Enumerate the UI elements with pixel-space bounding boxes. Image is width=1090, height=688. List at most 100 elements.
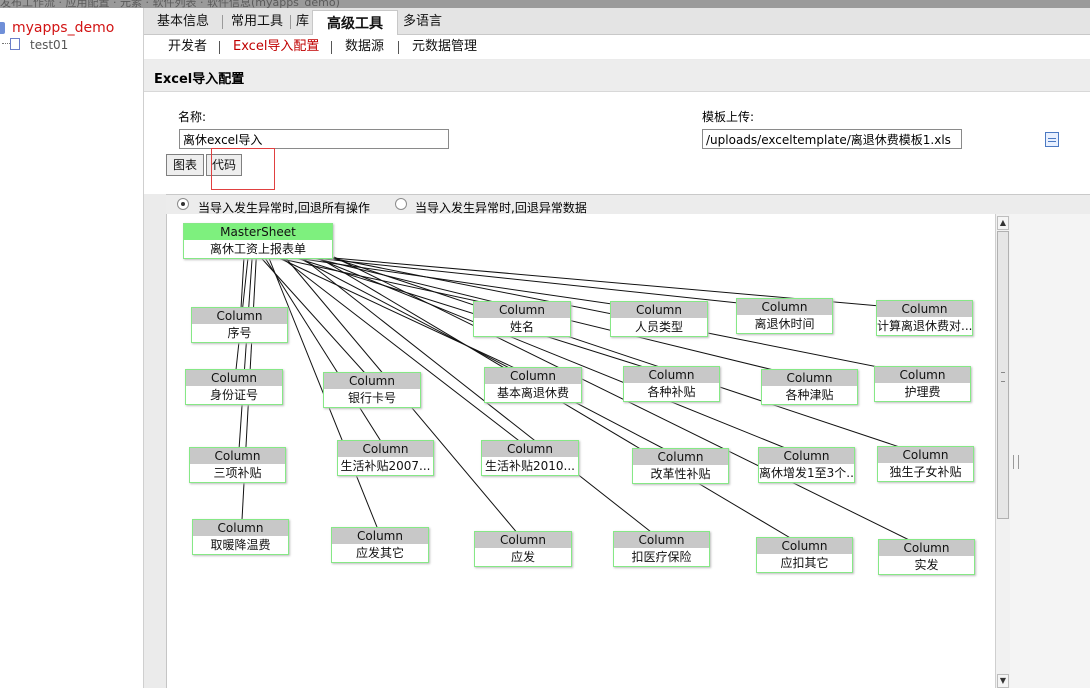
column-node[interactable]: Column 各种津贴 xyxy=(761,369,858,405)
node-type: Column xyxy=(624,367,719,383)
code-view-button[interactable]: 代码 xyxy=(206,154,242,176)
column-node[interactable]: Column 银行卡号 xyxy=(323,372,421,408)
tree-item-test01[interactable]: test01 xyxy=(30,38,68,52)
node-label: 基本离退休费 xyxy=(496,386,569,400)
node-type: Column xyxy=(338,441,433,457)
column-node[interactable]: Column 身份证号 xyxy=(185,369,283,405)
node-label: 生活补贴2007... xyxy=(340,459,431,473)
column-node[interactable]: Column 应发其它 xyxy=(331,527,429,563)
column-node[interactable]: Column 计算离退休费对... xyxy=(876,300,973,336)
subtab-excel-import[interactable]: Excel导入配置 xyxy=(233,38,319,56)
node-label: 改革性补贴 xyxy=(650,467,711,481)
column-node[interactable]: Column 基本离退休费 xyxy=(484,367,582,403)
subtab-metadata[interactable]: 元数据管理 xyxy=(412,38,477,56)
subtab-divider xyxy=(219,41,220,54)
column-node[interactable]: Column 离退休时间 xyxy=(736,298,833,334)
diagram-connectors xyxy=(234,256,928,550)
subtab-developer[interactable]: 开发者 xyxy=(168,38,207,56)
node-label: 生活补贴2010... xyxy=(485,459,575,473)
column-node[interactable]: Column 独生子女补贴 xyxy=(877,446,974,482)
node-label: 取暖降温费 xyxy=(210,538,271,552)
tab-library[interactable]: 库 xyxy=(296,12,309,34)
chart-view-button[interactable]: 图表 xyxy=(166,154,204,176)
column-node[interactable]: Column 护理费 xyxy=(874,366,971,402)
node-type: Column xyxy=(324,373,420,389)
node-label: 扣医疗保险 xyxy=(631,550,692,564)
node-label: 应发其它 xyxy=(355,546,404,560)
tab-basic-info[interactable]: 基本信息 xyxy=(157,12,209,34)
tab-common-tools[interactable]: 常用工具 xyxy=(231,12,283,34)
scroll-up-arrow-icon[interactable]: ▲ xyxy=(997,216,1009,230)
config-form: 名称: 模板上传: xyxy=(144,92,1090,194)
column-node[interactable]: Column 人员类型 xyxy=(610,301,708,337)
diagram-scrollbar[interactable]: ▲ ▼ xyxy=(995,214,1010,688)
tab-advanced-tools[interactable]: 高级工具 xyxy=(312,10,398,36)
node-type: Column xyxy=(757,538,852,554)
node-type: Column xyxy=(875,367,970,383)
node-label: 计算离退休费对... xyxy=(877,319,972,333)
column-node[interactable]: Column 生活补贴2010... xyxy=(481,440,579,476)
connector-line xyxy=(264,256,387,451)
column-node[interactable]: Column 取暖降温费 xyxy=(192,519,289,555)
upload-icon[interactable] xyxy=(1045,132,1059,147)
app-tree-panel: myapps_demo test01 xyxy=(0,8,144,688)
top-breadcrumb-bar: 发布工作流 · 应用配置 · 元素 · 软件列表 · 软件信息(myapps_d… xyxy=(0,0,1090,8)
node-label: 离休增发1至3个... xyxy=(759,466,854,480)
name-input[interactable] xyxy=(179,129,449,149)
name-label: 名称: xyxy=(178,110,207,124)
node-type: Column xyxy=(611,302,707,318)
column-node[interactable]: Column 应扣其它 xyxy=(756,537,853,573)
column-node[interactable]: Column 扣医疗保险 xyxy=(613,531,710,567)
column-node[interactable]: Column 三项补贴 xyxy=(189,447,286,483)
node-label: 离退休时间 xyxy=(754,317,815,331)
node-type: Column xyxy=(186,370,282,386)
tool-tabs: 基本信息 常用工具 库 高级工具 多语言 xyxy=(144,8,1090,36)
node-type: Column xyxy=(192,308,287,324)
column-node[interactable]: Column 各种补贴 xyxy=(623,366,720,402)
node-type: Column xyxy=(485,368,581,384)
node-label: 序号 xyxy=(227,326,252,340)
rollback-all-radio[interactable] xyxy=(177,198,189,210)
subtab-datasource[interactable]: 数据源 xyxy=(345,38,384,56)
tree-connector xyxy=(2,43,10,45)
tree-root-label[interactable]: myapps_demo xyxy=(12,20,114,36)
node-type: Column xyxy=(878,447,973,463)
template-path-input[interactable] xyxy=(702,129,962,149)
column-node[interactable]: Column 生活补贴2007... xyxy=(337,440,434,476)
node-label: 应扣其它 xyxy=(780,556,829,570)
node-label: 三项补贴 xyxy=(213,466,262,480)
template-label: 模板上传: xyxy=(702,110,755,124)
node-type: Column xyxy=(332,528,428,544)
node-label: 实发 xyxy=(914,558,939,572)
node-type: Column xyxy=(190,448,285,464)
sub-tabs: 开发者 Excel导入配置 数据源 元数据管理 xyxy=(144,35,1090,59)
scroll-down-arrow-icon[interactable]: ▼ xyxy=(997,674,1009,688)
top-breadcrumb-text: 发布工作流 · 应用配置 · 元素 · 软件列表 · 软件信息(myapps_d… xyxy=(0,0,340,8)
column-node[interactable]: Column 改革性补贴 xyxy=(632,448,729,484)
node-type: Column xyxy=(762,370,857,386)
master-sheet-node[interactable]: MasterSheet 离休工资上报表单 xyxy=(183,223,333,259)
column-node[interactable]: Column 实发 xyxy=(878,539,975,575)
tab-multilanguage[interactable]: 多语言 xyxy=(403,12,442,34)
column-node[interactable]: Column 离休增发1至3个... xyxy=(758,447,855,483)
page-title: Excel导入配置 xyxy=(154,72,245,87)
column-node[interactable]: Column 姓名 xyxy=(473,301,571,337)
property-pane xyxy=(1010,214,1090,688)
node-label: 各种补贴 xyxy=(647,385,696,399)
scroll-thumb[interactable] xyxy=(997,231,1009,519)
connector-line xyxy=(329,256,927,457)
node-label: 离休工资上报表单 xyxy=(209,242,306,256)
section-header: Excel导入配置 xyxy=(144,60,1090,92)
node-type: Column xyxy=(475,532,571,548)
node-type: Column xyxy=(474,302,570,318)
document-icon xyxy=(10,38,20,50)
splitter-handle[interactable] xyxy=(1013,455,1019,469)
node-label: 应发 xyxy=(510,550,535,564)
rollback-errors-radio[interactable] xyxy=(395,198,407,210)
mapping-diagram[interactable]: MasterSheet 离休工资上报表单 Column 序号 Column 身份证号… xyxy=(166,214,997,688)
scroll-grip-icon xyxy=(1001,372,1005,382)
tab-divider xyxy=(222,15,223,29)
column-node[interactable]: Column 应发 xyxy=(474,531,572,567)
node-type: Column xyxy=(614,532,709,548)
column-node[interactable]: Column 序号 xyxy=(191,307,288,343)
